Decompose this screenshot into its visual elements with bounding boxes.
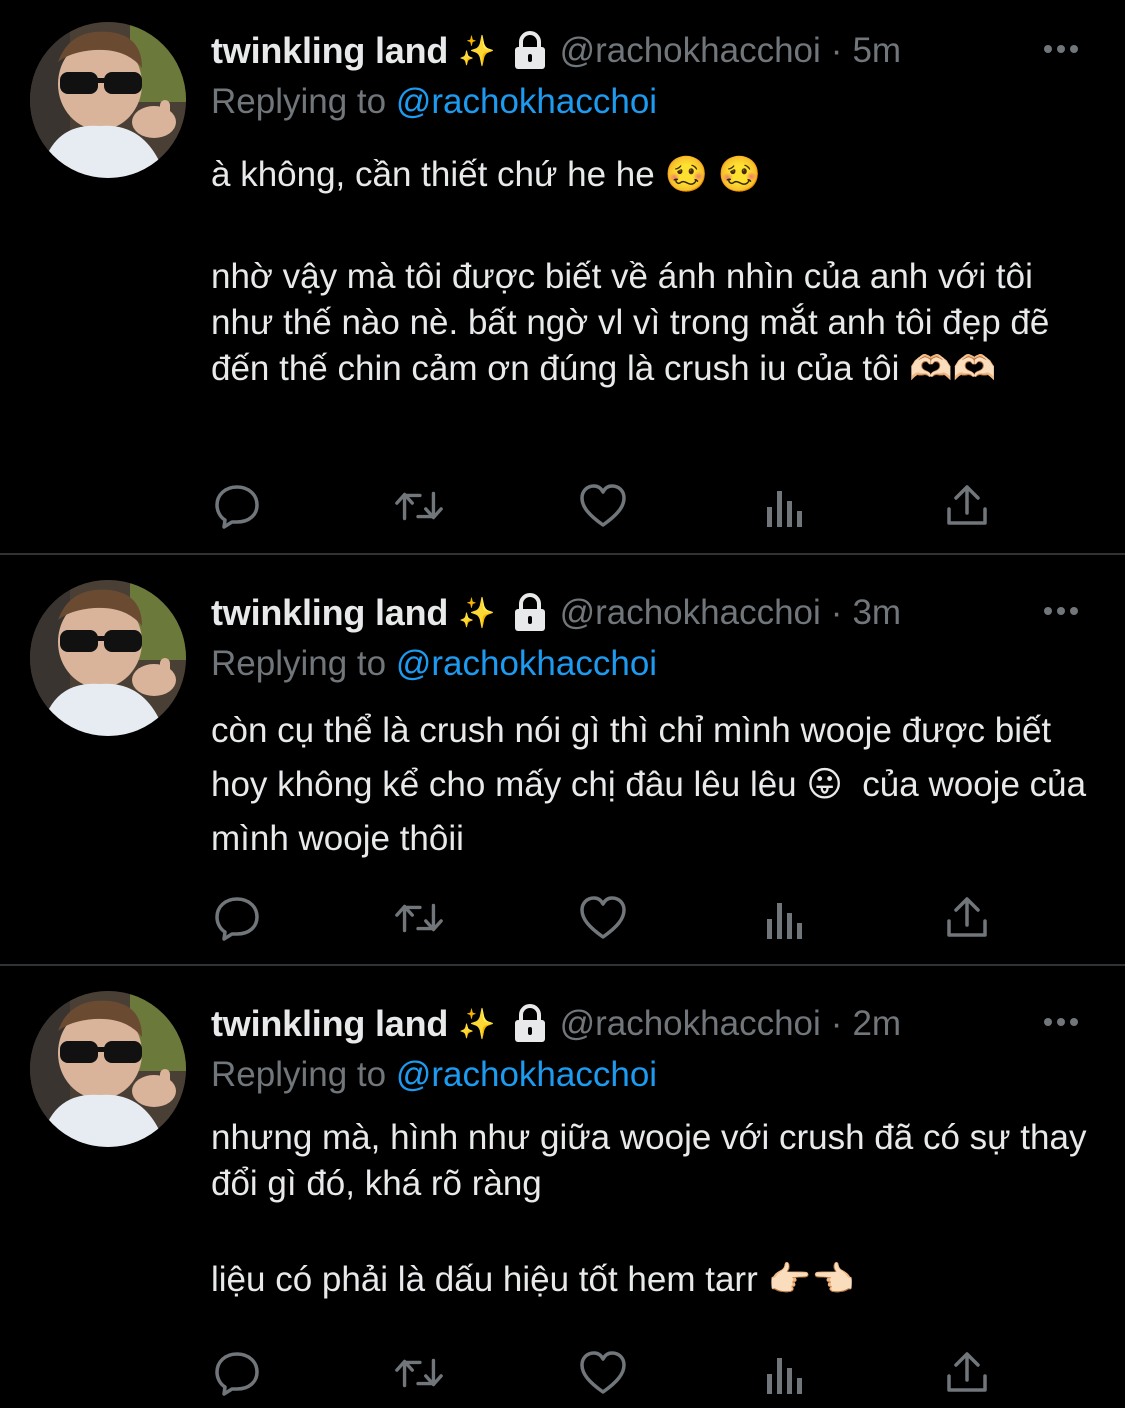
tweet-header: twinkling land ✨ @rachokhacchoi · 5m [211,28,1085,74]
tweet-header: twinkling land ✨ @rachokhacchoi · 2m [211,1001,1085,1047]
display-name[interactable]: twinkling land [211,1003,448,1045]
share-upload-icon[interactable] [941,892,993,944]
tweet[interactable]: twinkling land ✨ @rachokhacchoi · 3m Rep… [0,556,1125,964]
tweet-text: nhưng mà, hình như giữa wooje với crush … [211,1115,1091,1303]
handle[interactable]: @rachokhacchoi [560,593,821,633]
lock-icon [512,593,548,633]
sparkle-emoji: ✨ [458,34,496,68]
comment-bubble-icon[interactable] [211,892,263,944]
mention-link[interactable]: @rachokhacchoi [396,644,657,683]
replying-to: Replying to @rachokhacchoi [211,1055,657,1095]
divider [0,553,1125,555]
timestamp[interactable]: 5m [852,31,901,71]
tweet-text: còn cụ thể là crush nói gì thì chỉ mình … [211,704,1091,866]
share-upload-icon[interactable] [941,480,993,532]
share-upload-icon[interactable] [941,1347,993,1399]
tweet-text-line [211,1207,1091,1253]
tweet[interactable]: twinkling land ✨ @rachokhacchoi · 5m Rep… [0,0,1125,554]
handle[interactable]: @rachokhacchoi [560,1004,821,1044]
mention-link[interactable]: @rachokhacchoi [396,1055,657,1094]
tweet-text-line: còn cụ thể là crush nói gì thì chỉ mình … [211,711,1096,858]
tweet-text: à không, cần thiết chứ he he 🥴 🥴 nhờ vậy… [211,152,1091,392]
sparkle-emoji: ✨ [458,1007,496,1041]
action-bar [211,892,1011,944]
heart-icon[interactable] [577,892,629,944]
retweet-icon[interactable] [393,480,445,532]
replying-to-label: Replying to [211,82,387,121]
separator-dot: · [830,593,843,632]
separator-dot: · [830,1004,843,1043]
analytics-bars-icon[interactable] [759,480,811,532]
tweet-text-line: liệu có phải là dấu hiệu tốt hem tarr 👉🏻… [211,1260,855,1299]
more-dots-icon[interactable] [1041,1009,1081,1035]
replying-to: Replying to @rachokhacchoi [211,644,657,684]
handle[interactable]: @rachokhacchoi [560,31,821,71]
replying-to-label: Replying to [211,644,387,683]
avatar[interactable] [30,22,186,178]
tweet-text-line [211,198,1091,244]
retweet-icon[interactable] [393,892,445,944]
tweet-text-line: à không, cần thiết chứ he he 🥴 🥴 [211,155,762,194]
replying-to: Replying to @rachokhacchoi [211,82,657,122]
avatar[interactable] [30,580,186,736]
more-dots-icon[interactable] [1041,36,1081,62]
separator-dot: · [830,31,843,70]
display-name[interactable]: twinkling land [211,592,448,634]
tweet-header: twinkling land ✨ @rachokhacchoi · 3m [211,590,1085,636]
comment-bubble-icon[interactable] [211,1347,263,1399]
action-bar [211,1347,1011,1399]
divider [0,964,1125,966]
avatar[interactable] [30,991,186,1147]
analytics-bars-icon[interactable] [759,892,811,944]
display-name[interactable]: twinkling land [211,30,448,72]
lock-icon [512,1004,548,1044]
lock-icon [512,31,548,71]
more-dots-icon[interactable] [1041,598,1081,624]
action-bar [211,480,1011,532]
heart-icon[interactable] [577,1347,629,1399]
retweet-icon[interactable] [393,1347,445,1399]
timestamp[interactable]: 2m [852,1004,901,1044]
tweet-text-line: nhờ vậy mà tôi được biết về ánh nhìn của… [211,257,1060,388]
analytics-bars-icon[interactable] [759,1347,811,1399]
timestamp[interactable]: 3m [852,593,901,633]
mention-link[interactable]: @rachokhacchoi [396,82,657,121]
comment-bubble-icon[interactable] [211,480,263,532]
tweet[interactable]: twinkling land ✨ @rachokhacchoi · 2m Rep… [0,967,1125,1408]
sparkle-emoji: ✨ [458,596,496,630]
replying-to-label: Replying to [211,1055,387,1094]
heart-icon[interactable] [577,480,629,532]
tweet-text-line: nhưng mà, hình như giữa wooje với crush … [211,1118,1097,1203]
